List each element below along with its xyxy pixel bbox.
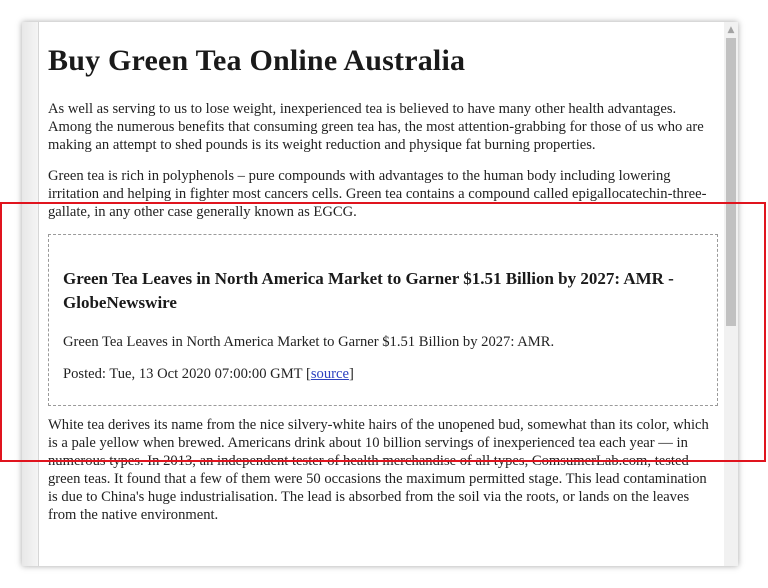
intro-paragraph-1: As well as serving to us to lose weight,… (48, 101, 704, 153)
news-summary: Green Tea Leaves in North America Market… (63, 334, 555, 350)
news-title: Green Tea Leaves in North America Market… (63, 269, 674, 312)
news-posted-date: Posted: Tue, 13 Oct 2020 07:00:00 GMT [ (63, 366, 311, 382)
scroll-up-arrow-icon[interactable]: ▲ (724, 22, 738, 38)
body-paragraph-white-tea: White tea derives its name from the nice… (48, 417, 709, 523)
page-content: Buy Green Tea Online Australia As well a… (48, 30, 718, 537)
browser-window: Buy Green Tea Online Australia As well a… (22, 22, 738, 566)
intro-paragraph-2: Green tea is rich in polyphenols – pure … (48, 168, 707, 220)
news-item-box: Green Tea Leaves in North America Market… (48, 234, 718, 406)
scrollbar-thumb[interactable] (726, 38, 736, 326)
page-title: Buy Green Tea Online Australia (48, 44, 466, 77)
news-posted-close-bracket: ] (348, 366, 354, 382)
vertical-scrollbar[interactable]: ▲ (724, 22, 738, 566)
news-posted-line: Posted: Tue, 13 Oct 2020 07:00:00 GMT [s… (63, 365, 703, 383)
left-edge-bar (22, 22, 39, 566)
source-link[interactable]: source (311, 366, 349, 382)
